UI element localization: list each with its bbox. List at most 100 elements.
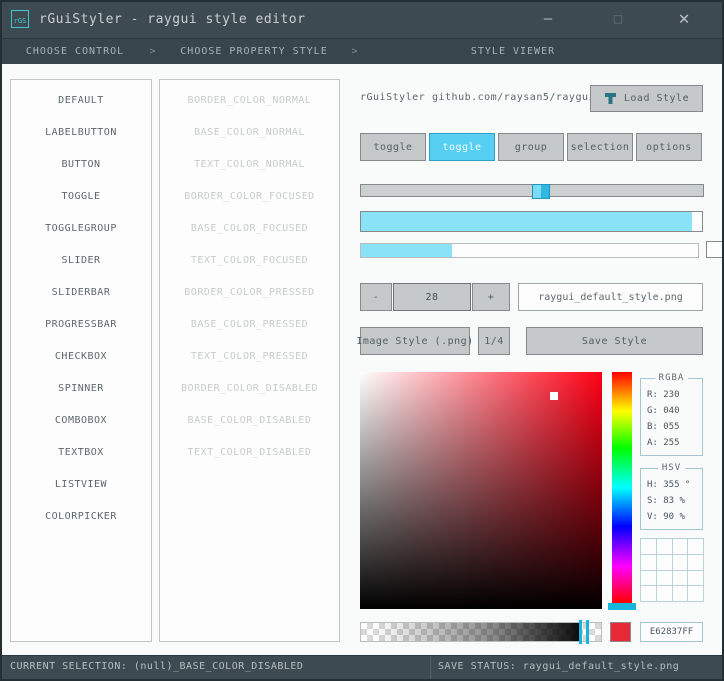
alpha-bar[interactable] (360, 620, 602, 644)
property-list-item[interactable]: BORDER_COLOR_NORMAL (160, 85, 339, 117)
color-swatch-cell[interactable] (656, 586, 673, 602)
progress-bar[interactable] (360, 243, 699, 258)
color-swatch-cell[interactable] (672, 554, 689, 571)
control-list-item[interactable]: LABELBUTTON (11, 117, 151, 149)
color-swatch-cell[interactable] (672, 586, 689, 602)
property-list-item[interactable]: BASE_COLOR_FOCUSED (160, 213, 339, 245)
control-list-item[interactable]: DEFAULT (11, 85, 151, 117)
filename-textbox[interactable]: raygui_default_style.png (518, 283, 703, 311)
hue-bar[interactable] (612, 372, 632, 603)
hex-value-box[interactable]: E62837FF (640, 622, 703, 642)
color-swatch-cell[interactable] (672, 570, 689, 587)
tab-style-viewer[interactable]: STYLE VIEWER (360, 46, 666, 57)
hue-bar-handle[interactable] (608, 603, 636, 610)
control-list-item[interactable]: SLIDERBAR (11, 277, 151, 309)
progress-bar-fill (361, 244, 452, 257)
rgba-green-value: G: 040 (647, 406, 680, 416)
toggle-button-options[interactable]: options (636, 133, 702, 161)
color-swatch-cell[interactable] (688, 539, 704, 555)
color-swatch-cell[interactable] (688, 570, 704, 587)
toggle-button-group[interactable]: group (498, 133, 564, 161)
app-name-label: rGuiStyler (360, 92, 426, 103)
title-bar[interactable]: rGS rGuiStyler - raygui style editor — □… (2, 2, 722, 38)
property-list-item[interactable]: BORDER_COLOR_PRESSED (160, 277, 339, 309)
ratio-button[interactable]: 1/4 (478, 327, 510, 355)
color-swatch-cell[interactable] (688, 554, 704, 571)
selected-color-swatch (610, 622, 631, 642)
spinner-increment-button[interactable]: + (472, 283, 510, 311)
color-picker-cursor[interactable] (550, 392, 558, 400)
current-selection-status: CURRENT SELECTION: (null)_BASE_COLOR_DIS… (10, 661, 304, 672)
color-swatch-cell[interactable] (656, 554, 673, 571)
save-status: SAVE STATUS: raygui_default_style.png (438, 661, 680, 672)
color-swatch-cell[interactable] (641, 554, 657, 571)
rgba-group: RGBA R: 230 G: 040 B: 055 A: 255 (640, 373, 703, 456)
section-nav: CHOOSE CONTROL > CHOOSE PROPERTY STYLE >… (2, 38, 722, 64)
rgba-alpha-value: A: 255 (647, 438, 680, 448)
minimize-icon: — (543, 11, 553, 27)
control-list-item[interactable]: LISTVIEW (11, 469, 151, 501)
property-list-item[interactable]: TEXT_COLOR_DISABLED (160, 437, 339, 469)
slider[interactable] (360, 184, 704, 199)
color-swatch-cell[interactable] (641, 570, 657, 587)
hsv-saturation-value: S: 83 % (647, 496, 685, 506)
minimize-button[interactable]: — (530, 2, 566, 38)
hsv-group-title: HSV (657, 463, 686, 473)
property-list-item[interactable]: BASE_COLOR_PRESSED (160, 309, 339, 341)
color-swatch-cell[interactable] (688, 586, 704, 602)
alpha-bar-handle[interactable] (579, 620, 589, 644)
toggle-button-1[interactable]: toggle (360, 133, 426, 161)
rgba-group-title: RGBA (654, 373, 689, 383)
property-list-item[interactable]: TEXT_COLOR_PRESSED (160, 341, 339, 373)
control-list-item[interactable]: TEXTBOX (11, 437, 151, 469)
property-list-item[interactable]: BORDER_COLOR_FOCUSED (160, 181, 339, 213)
load-style-button[interactable]: Load Style (590, 85, 703, 112)
toggle-button-2-active[interactable]: toggle (429, 133, 495, 161)
color-swatch-cell[interactable] (641, 539, 657, 555)
property-list-item[interactable]: TEXT_COLOR_NORMAL (160, 149, 339, 181)
control-list-item[interactable]: CHECKBOX (11, 341, 151, 373)
load-style-label: Load Style (623, 93, 690, 104)
status-divider (430, 656, 431, 679)
status-bar: CURRENT SELECTION: (null)_BASE_COLOR_DIS… (2, 655, 722, 679)
controls-list-panel: DEFAULT LABELBUTTON BUTTON TOGGLE TOGGLE… (10, 79, 152, 642)
property-list-item[interactable]: TEXT_COLOR_FOCUSED (160, 245, 339, 277)
spinner-value[interactable]: 28 (393, 283, 471, 311)
repo-link-label[interactable]: github.com/raysan5/raygui (432, 92, 595, 103)
color-swatch-cell[interactable] (656, 539, 673, 555)
save-style-button[interactable]: Save Style (526, 327, 703, 355)
property-list-item[interactable]: BASE_COLOR_NORMAL (160, 117, 339, 149)
control-list-item[interactable]: BUTTON (11, 149, 151, 181)
color-picker-gradient[interactable] (360, 372, 602, 609)
spinner-decrement-button[interactable]: - (360, 283, 392, 311)
control-list-item[interactable]: TOGGLE (11, 181, 151, 213)
control-list-item[interactable]: SLIDER (11, 245, 151, 277)
control-list-item[interactable]: SPINNER (11, 373, 151, 405)
slider-handle[interactable] (532, 184, 550, 199)
tab-choose-property-style[interactable]: CHOOSE PROPERTY STYLE (158, 46, 350, 57)
toggle-button-selection[interactable]: selection (567, 133, 633, 161)
rgba-red-value: R: 230 (647, 390, 680, 400)
hsv-group: HSV H: 355 ° S: 83 % V: 90 % (640, 463, 703, 530)
window-title: rGuiStyler - raygui style editor (39, 12, 306, 27)
control-list-item[interactable]: COMBOBOX (11, 405, 151, 437)
control-list-item[interactable]: TOGGLEGROUP (11, 213, 151, 245)
slider-bar[interactable] (360, 211, 703, 232)
property-list-item[interactable]: BASE_COLOR_DISABLED (160, 405, 339, 437)
color-swatch-cell[interactable] (656, 570, 673, 587)
maximize-icon: □ (613, 11, 623, 27)
rgba-blue-value: B: 055 (647, 422, 680, 432)
control-list-item[interactable]: COLORPICKER (11, 501, 151, 533)
color-swatch-cell[interactable] (672, 539, 689, 555)
control-list-item[interactable]: PROGRESSBAR (11, 309, 151, 341)
maximize-button[interactable]: □ (600, 2, 636, 38)
slider-bar-fill (361, 212, 692, 231)
checkbox[interactable] (706, 241, 722, 258)
close-button[interactable]: ✕ (666, 2, 702, 38)
image-style-button[interactable]: Image Style (.png) (356, 327, 473, 355)
tab-choose-control[interactable]: CHOOSE CONTROL (2, 46, 148, 57)
property-list-item[interactable]: BORDER_COLOR_DISABLED (160, 373, 339, 405)
hsv-hue-value: H: 355 ° (647, 480, 691, 490)
color-swatch-cell[interactable] (641, 586, 657, 602)
chevron-right-icon: > (351, 46, 359, 57)
